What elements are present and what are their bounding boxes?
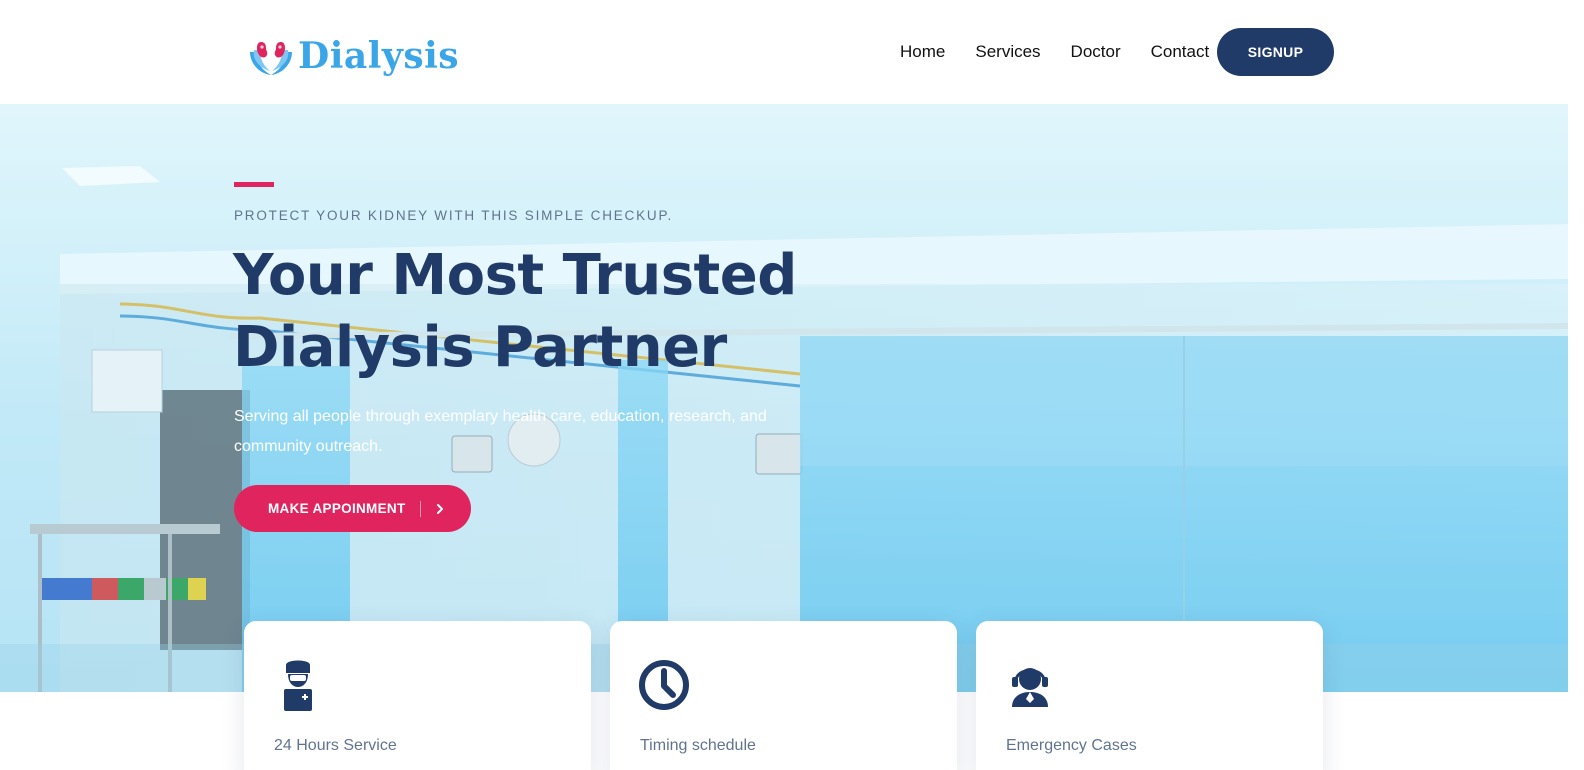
feature-card-emergency[interactable]: Emergency Cases: [976, 621, 1323, 770]
brand-logo[interactable]: Dialysis: [248, 34, 459, 78]
headset-support-icon: [1012, 668, 1048, 707]
make-appointment-label: MAKE APPOINMENT: [268, 501, 406, 516]
signup-button[interactable]: SIGNUP: [1217, 28, 1334, 76]
feature-card-24-hours[interactable]: 24 Hours Service: [244, 621, 591, 770]
hero-headline-line2: Dialysis Partner: [233, 315, 727, 380]
nav-contact[interactable]: Contact: [1151, 28, 1210, 76]
feature-card-timing[interactable]: Timing schedule: [610, 621, 957, 770]
site-header: Dialysis Home Services Doctor Contact SI…: [0, 0, 1584, 104]
hospital-ward-background-image: [0, 104, 1568, 692]
chevron-right-icon: [436, 503, 443, 514]
accent-line: [234, 182, 274, 187]
hero-headline: Your Most Trusted Dialysis Partner: [233, 240, 833, 384]
nav-services[interactable]: Services: [975, 28, 1040, 76]
brand-name: Dialysis: [298, 35, 460, 77]
hero-eyebrow: PROTECT YOUR KIDNEY WITH THIS SIMPLE CHE…: [234, 208, 674, 223]
feature-card-title: 24 Hours Service: [274, 737, 397, 754]
main-nav: Home Services Doctor Contact: [900, 28, 1239, 76]
hero-section: PROTECT YOUR KIDNEY WITH THIS SIMPLE CHE…: [0, 104, 1568, 692]
clock-icon: [639, 660, 689, 710]
hero-headline-line1: Your Most Trusted: [233, 243, 797, 308]
button-divider: [419, 500, 421, 517]
page: Dialysis Home Services Doctor Contact SI…: [0, 0, 1584, 770]
hero-subtext: Serving all people through exemplary hea…: [234, 408, 767, 455]
scrollbar[interactable]: [1568, 104, 1584, 770]
kidney-hands-icon: [250, 42, 292, 75]
nav-home[interactable]: Home: [900, 28, 945, 76]
feature-card-title: Timing schedule: [640, 737, 756, 754]
nav-doctor[interactable]: Doctor: [1071, 28, 1121, 76]
doctor-icon: [284, 660, 312, 711]
feature-card-title: Emergency Cases: [1006, 737, 1137, 754]
make-appointment-button[interactable]: MAKE APPOINMENT: [234, 485, 471, 532]
